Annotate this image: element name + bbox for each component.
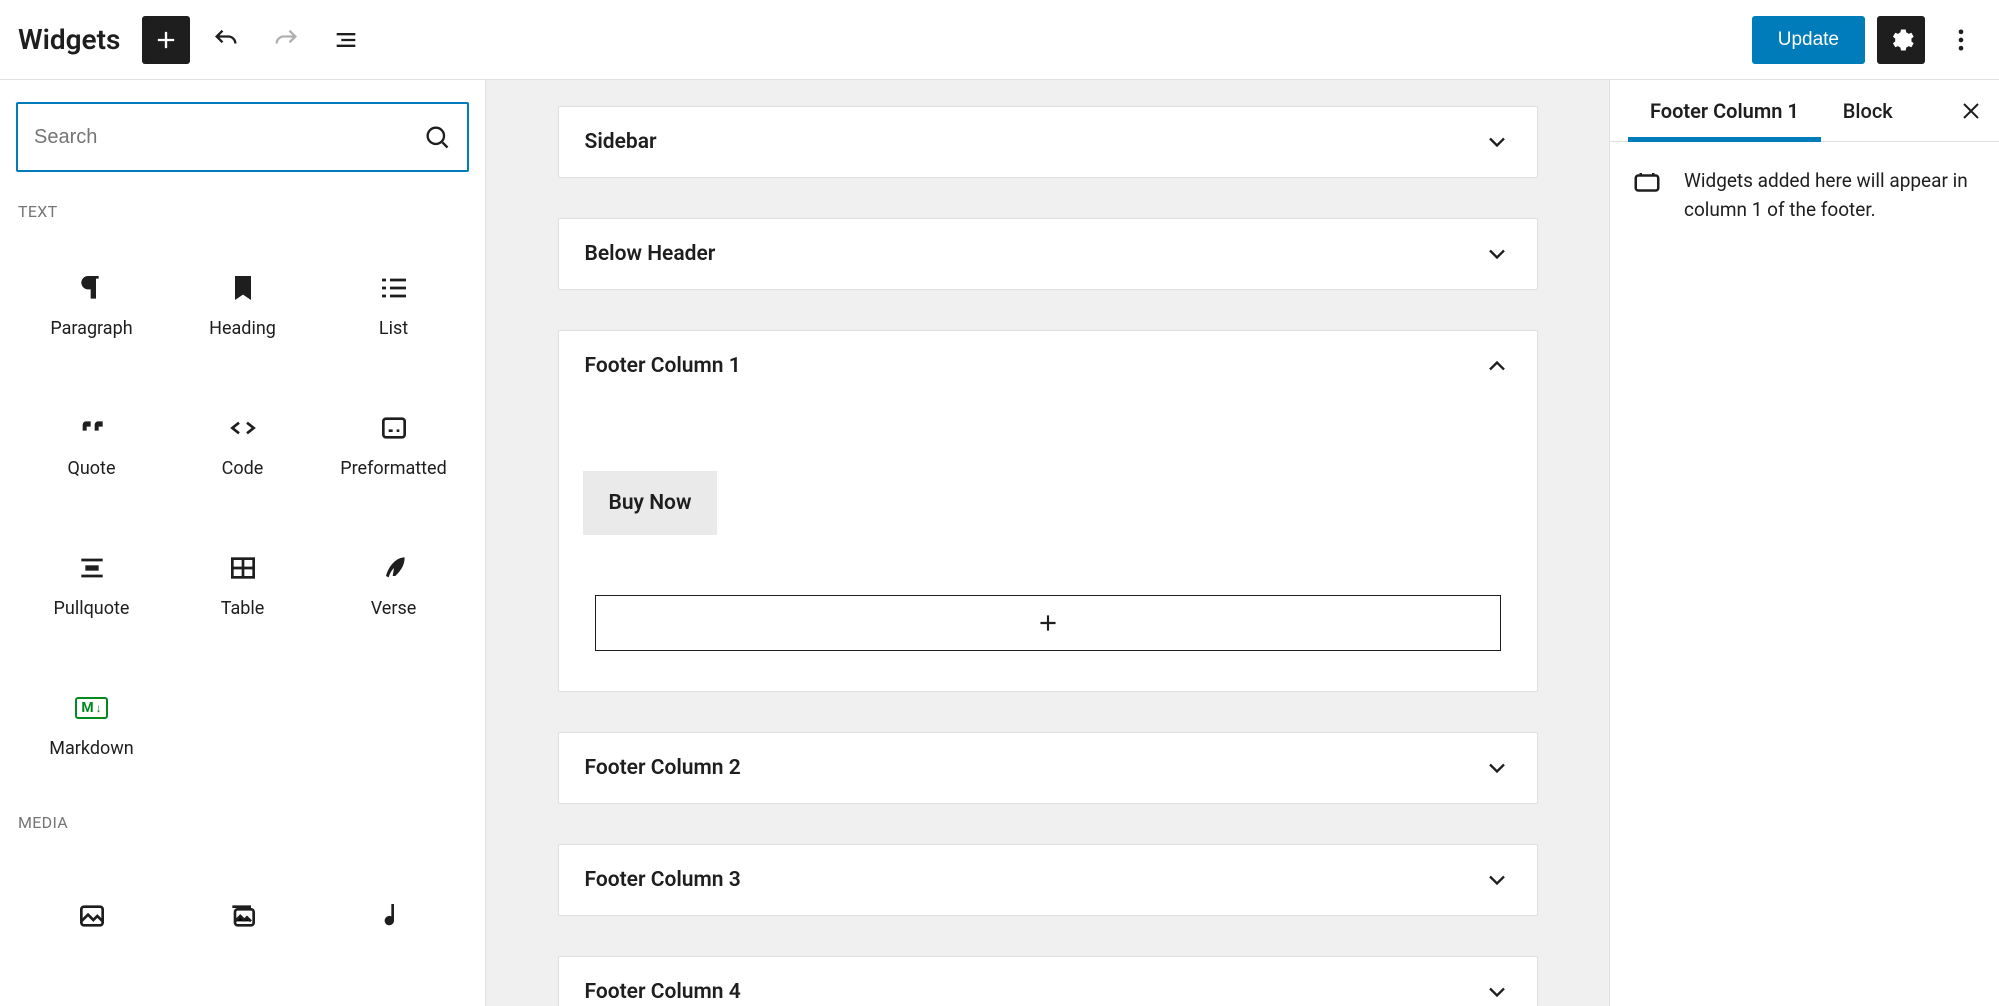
block-markdown[interactable]: M↓ Markdown	[16, 655, 167, 795]
block-gallery[interactable]	[167, 846, 318, 986]
tab-widget-area[interactable]: Footer Column 1	[1628, 80, 1821, 141]
table-icon	[227, 552, 259, 584]
block-code[interactable]: Code	[167, 375, 318, 515]
area-header[interactable]: Footer Column 4	[559, 957, 1537, 1006]
search-input[interactable]	[34, 126, 423, 149]
widget-area-below-header: Below Header	[558, 218, 1538, 290]
chevron-down-icon	[1483, 240, 1511, 268]
search-field-wrap[interactable]	[16, 102, 469, 172]
add-block-button[interactable]	[142, 16, 190, 64]
button-block[interactable]: Buy Now	[583, 471, 718, 535]
area-header[interactable]: Footer Column 3	[559, 845, 1537, 915]
block-label: Quote	[67, 458, 115, 479]
close-settings-button[interactable]	[1951, 91, 1991, 131]
chevron-down-icon	[1483, 978, 1511, 1006]
block-quote[interactable]: Quote	[16, 375, 167, 515]
gallery-icon	[227, 900, 259, 932]
pullquote-icon	[76, 552, 108, 584]
bookmark-icon	[227, 272, 259, 304]
block-label: Verse	[371, 598, 417, 619]
widget-area-sidebar: Sidebar	[558, 106, 1538, 178]
list-view-button[interactable]	[322, 16, 370, 64]
widget-area-footer-3: Footer Column 3	[558, 844, 1538, 916]
code-icon	[227, 412, 259, 444]
block-label: Heading	[209, 318, 276, 339]
widget-area-icon	[1632, 168, 1666, 202]
widget-area-footer-1: Footer Column 1 Buy Now	[558, 330, 1538, 692]
widget-area-footer-4: Footer Column 4	[558, 956, 1538, 1006]
area-title: Footer Column 1	[585, 354, 741, 378]
block-list[interactable]: List	[318, 235, 469, 375]
area-header[interactable]: Below Header	[559, 219, 1537, 289]
chevron-down-icon	[1483, 754, 1511, 782]
block-label: Preformatted	[340, 458, 447, 479]
block-table[interactable]: Table	[167, 515, 318, 655]
area-title: Footer Column 2	[585, 756, 741, 780]
top-toolbar: Widgets Update	[0, 0, 1999, 80]
area-header[interactable]: Sidebar	[559, 107, 1537, 177]
search-icon	[423, 123, 451, 151]
area-title: Below Header	[585, 242, 716, 266]
options-button[interactable]	[1937, 16, 1985, 64]
tab-block[interactable]: Block	[1821, 80, 1915, 141]
chevron-down-icon	[1483, 866, 1511, 894]
settings-button[interactable]	[1877, 16, 1925, 64]
section-label-media: MEDIA	[18, 813, 469, 832]
redo-button[interactable]	[262, 16, 310, 64]
page-title: Widgets	[18, 23, 120, 56]
area-header[interactable]: Footer Column 2	[559, 733, 1537, 803]
block-label: Pullquote	[54, 598, 130, 619]
markdown-icon: M↓	[76, 692, 108, 724]
list-icon	[378, 272, 410, 304]
update-button[interactable]: Update	[1752, 16, 1865, 64]
undo-icon	[212, 26, 240, 54]
plus-icon	[1035, 610, 1061, 636]
add-block-placeholder[interactable]	[595, 595, 1501, 651]
block-image[interactable]	[16, 846, 167, 986]
settings-description: Widgets added here will appear in column…	[1684, 166, 1977, 225]
redo-icon	[272, 26, 300, 54]
area-title: Footer Column 4	[585, 980, 741, 1004]
block-pullquote[interactable]: Pullquote	[16, 515, 167, 655]
block-label: Table	[221, 598, 265, 619]
block-inserter-panel: TEXT Paragraph Heading List Quote	[0, 80, 486, 1006]
audio-icon	[378, 900, 410, 932]
area-title: Sidebar	[585, 130, 657, 154]
settings-panel: Footer Column 1 Block Widgets added here…	[1609, 80, 1999, 1006]
area-title: Footer Column 3	[585, 868, 741, 892]
block-verse[interactable]: Verse	[318, 515, 469, 655]
more-vertical-icon	[1947, 26, 1975, 54]
block-label: Markdown	[49, 738, 133, 759]
gear-icon	[1887, 26, 1915, 54]
paragraph-icon	[76, 272, 108, 304]
block-paragraph[interactable]: Paragraph	[16, 235, 167, 375]
block-heading[interactable]: Heading	[167, 235, 318, 375]
widget-area-footer-2: Footer Column 2	[558, 732, 1538, 804]
feather-icon	[378, 552, 410, 584]
area-header[interactable]: Footer Column 1	[559, 331, 1537, 401]
section-label-text: TEXT	[18, 202, 469, 221]
block-label: List	[379, 318, 408, 339]
block-preformatted[interactable]: Preformatted	[318, 375, 469, 515]
close-icon	[1959, 99, 1983, 123]
undo-button[interactable]	[202, 16, 250, 64]
preformatted-icon	[378, 412, 410, 444]
list-view-icon	[332, 26, 360, 54]
widgets-canvas: Sidebar Below Header Footer Column 1	[486, 80, 1609, 1006]
block-label: Paragraph	[50, 318, 132, 339]
chevron-up-icon	[1483, 352, 1511, 380]
quote-icon	[76, 412, 108, 444]
plus-icon	[152, 26, 180, 54]
block-audio[interactable]	[318, 846, 469, 986]
chevron-down-icon	[1483, 128, 1511, 156]
block-label: Code	[222, 458, 264, 479]
image-icon	[76, 900, 108, 932]
